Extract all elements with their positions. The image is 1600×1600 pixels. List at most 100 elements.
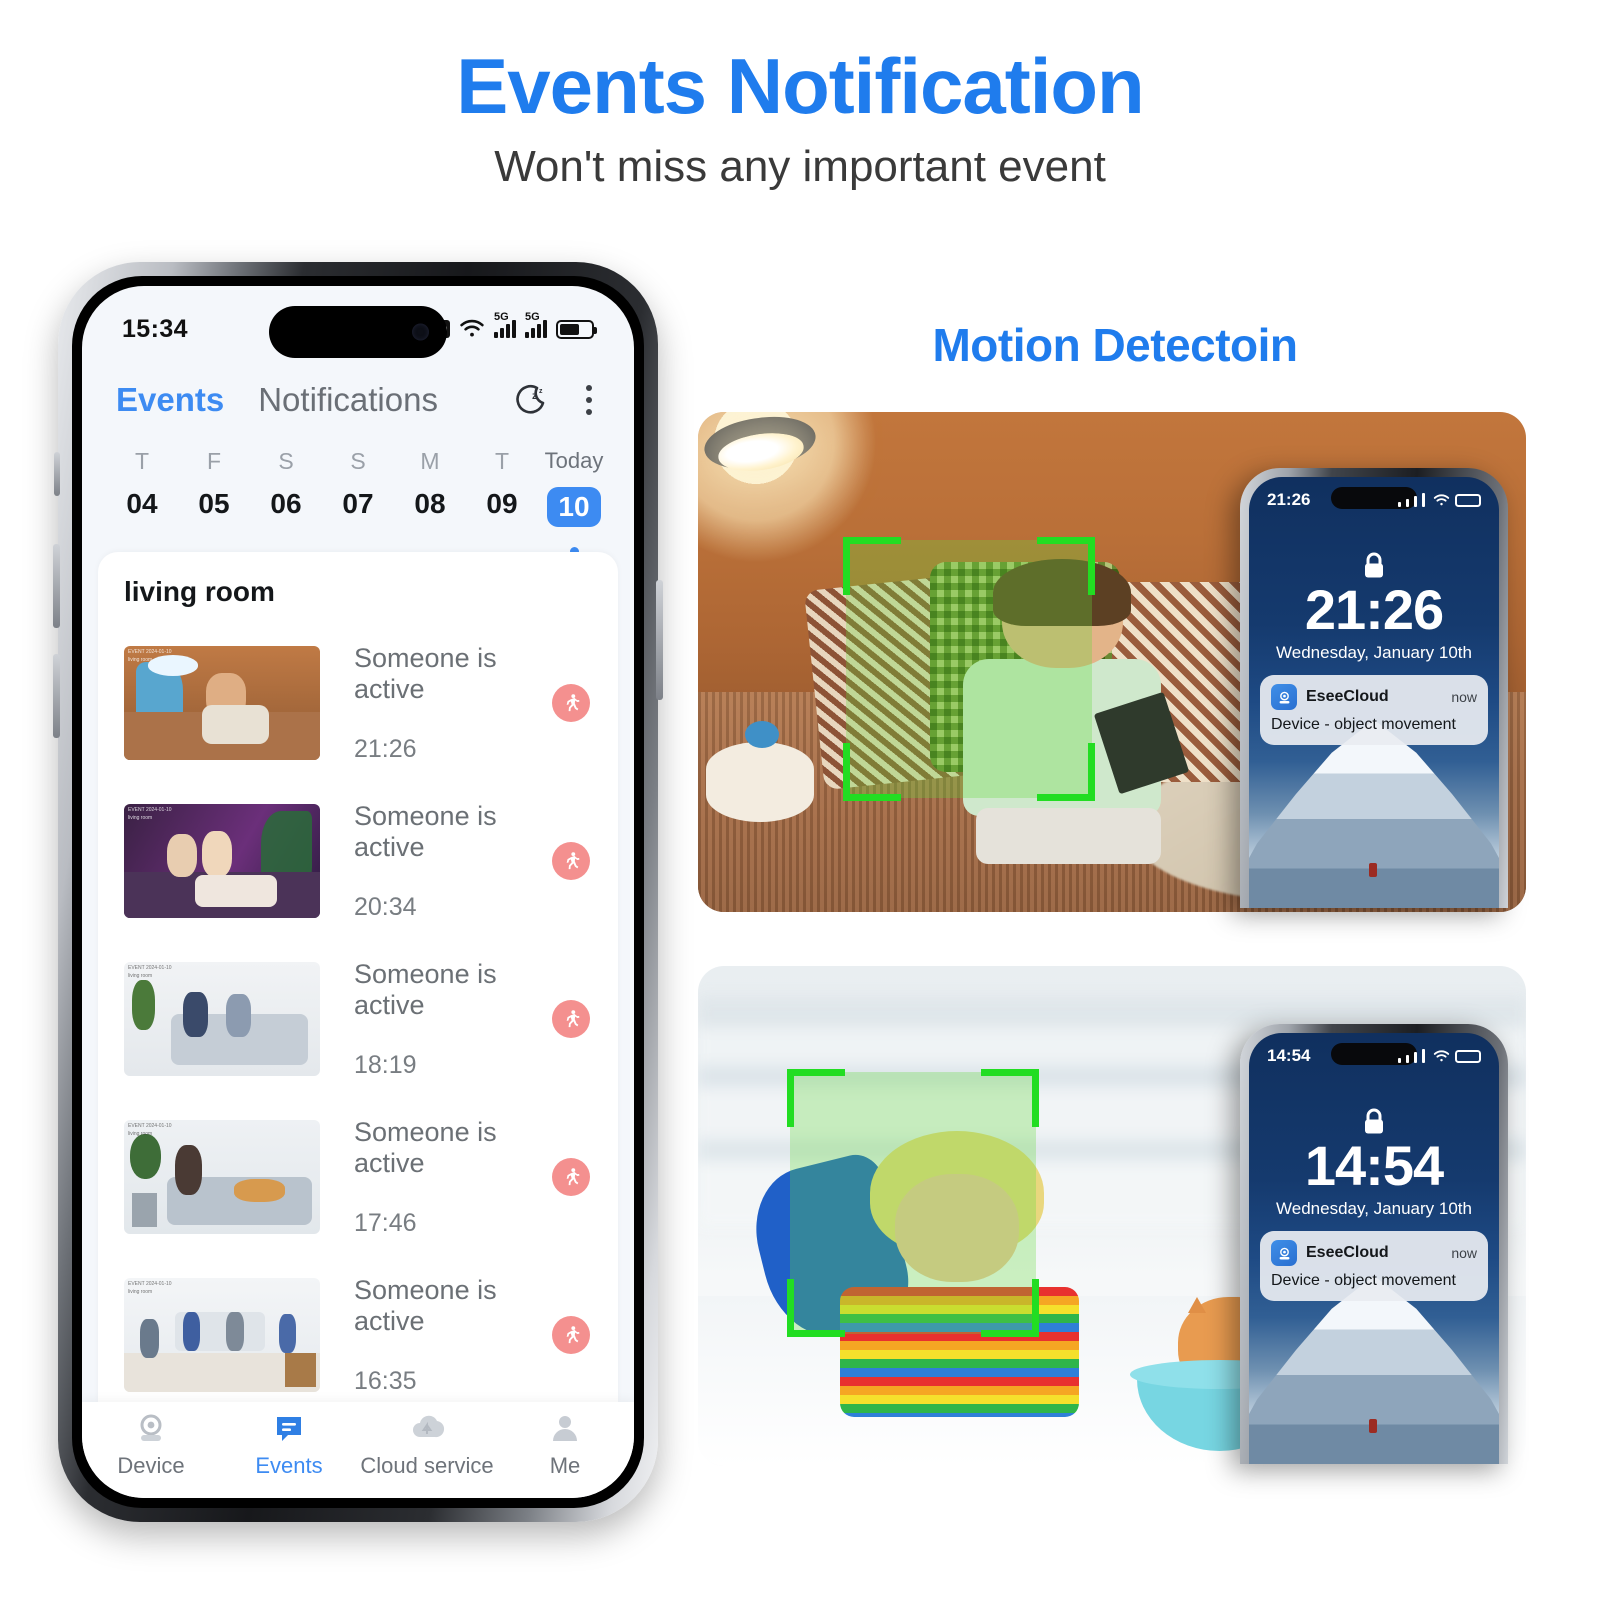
- date-dow: T: [134, 448, 150, 474]
- detection-box: [787, 1069, 1039, 1337]
- phone-mockup: 15:34 HD 5G 5G: [53, 262, 663, 1522]
- status-bar-icons: HD 5G 5G: [426, 311, 597, 339]
- wifi-icon: [1433, 1050, 1450, 1062]
- phone-screen: 15:34 HD 5G 5G: [82, 286, 634, 1498]
- front-camera-icon: [412, 323, 429, 341]
- moon-sleep-icon[interactable]: z z: [512, 380, 552, 420]
- header-actions: z z: [512, 380, 600, 420]
- notification-message: Device - object movement: [1271, 716, 1456, 733]
- person-icon: [553, 1416, 577, 1441]
- page-title: Events Notification: [456, 42, 1144, 130]
- battery-icon: [1455, 1050, 1481, 1063]
- event-title: Someone is active: [354, 642, 497, 704]
- date-cell-07[interactable]: S 07: [322, 444, 394, 554]
- side-table: [706, 721, 814, 822]
- date-num: 07: [342, 488, 374, 519]
- svg-text:z: z: [539, 388, 543, 395]
- nav-item-events[interactable]: Events: [220, 1410, 358, 1479]
- event-title: Someone is active: [354, 1274, 497, 1336]
- events-list-card: living room EVENT 2024-01-10 living room …: [98, 552, 618, 1402]
- tab-events[interactable]: Events: [116, 381, 224, 419]
- nav-label: Me: [549, 1453, 581, 1478]
- date-strip: T 04 F 05 S 06 S 07 M 08 T 09 Today 10: [82, 444, 634, 556]
- running-person-icon: [552, 842, 590, 880]
- lockscreen-clock: 21:26: [1304, 578, 1444, 641]
- running-person-icon: [552, 1158, 590, 1196]
- more-vertical-icon[interactable]: [578, 381, 600, 419]
- lockscreen-date: Wednesday, January 10th: [1276, 1199, 1472, 1218]
- event-row[interactable]: EVENT 2024-01-10 living room Someone is a…: [98, 1256, 618, 1402]
- status-bar-icons: [1398, 493, 1481, 507]
- motion-detection-title: Motion Detectoin: [932, 319, 1298, 371]
- event-row[interactable]: EVENT 2024-01-10 living room Someone is a…: [98, 1098, 618, 1256]
- camera-app-icon: [1271, 684, 1297, 710]
- volume-down-button[interactable]: [53, 654, 60, 738]
- lockscreen-phone-1: 21:26 21:26 Wednesday, January 10th Esee…: [1240, 468, 1508, 908]
- volume-up-button[interactable]: [53, 544, 60, 628]
- lockscreen-screen: 14:54 14:54 Wednesday, January 10th Esee…: [1249, 1033, 1499, 1464]
- battery-icon: [556, 319, 597, 339]
- desk-lamp: [701, 412, 824, 482]
- event-row[interactable]: EVENT 2024-01-10 living room Someone is a…: [98, 940, 618, 1098]
- event-title: Someone is active: [354, 958, 497, 1020]
- battery-icon: [1455, 494, 1481, 507]
- power-button[interactable]: [656, 580, 663, 700]
- dynamic-island: [269, 306, 447, 358]
- event-thumbnail[interactable]: EVENT 2024-01-10 living room: [124, 1120, 320, 1234]
- bottom-navigation: Device Events Cloud service Me: [82, 1402, 634, 1498]
- tab-notifications[interactable]: Notifications: [258, 381, 438, 419]
- date-num: 05: [198, 488, 230, 519]
- date-num: 10: [547, 487, 601, 527]
- nav-label: Events: [255, 1453, 323, 1478]
- nav-item-device[interactable]: Device: [82, 1410, 220, 1479]
- running-person-icon: [552, 1316, 590, 1354]
- date-dow: F: [206, 448, 222, 474]
- detection-box: [843, 537, 1095, 801]
- silent-switch[interactable]: [54, 452, 60, 496]
- event-thumbnail[interactable]: EVENT 2024-01-10 living room: [124, 804, 320, 918]
- today-label: Today: [544, 448, 604, 473]
- date-cell-05[interactable]: F 05: [178, 444, 250, 554]
- notification-app-name: EseeCloud: [1306, 688, 1389, 705]
- notification-time: now: [1451, 1245, 1477, 1261]
- date-dow: T: [494, 448, 510, 474]
- notification-banner[interactable]: EseeCloud now Device - object movement: [1260, 1231, 1488, 1301]
- date-num: 06: [270, 488, 302, 519]
- page-subtitle: Won't miss any important event: [494, 142, 1106, 191]
- event-thumbnail[interactable]: EVENT 2024-01-10 living room: [124, 646, 320, 760]
- lockscreen-clock: 14:54: [1304, 1134, 1444, 1197]
- 5g-signal-icon-1: 5G: [494, 311, 516, 338]
- event-time: 17:46: [354, 1208, 417, 1237]
- date-dow: S: [350, 448, 366, 474]
- event-row[interactable]: EVENT 2024-01-10 living room Someone is a…: [98, 782, 618, 940]
- event-row[interactable]: EVENT 2024-01-10 living room Someone is a…: [98, 624, 618, 782]
- lockscreen-status-bar: 14:54: [1249, 1045, 1499, 1067]
- event-thumbnail[interactable]: EVENT 2024-01-10 living room: [124, 1278, 320, 1392]
- event-info: Someone is active 17:46: [320, 1117, 552, 1238]
- event-info: Someone is active 21:26: [320, 643, 552, 764]
- notification-banner[interactable]: EseeCloud now Device - object movement: [1260, 675, 1488, 745]
- svg-text:z: z: [532, 391, 537, 402]
- wifi-icon: [460, 319, 484, 337]
- status-bar-time: 21:26: [1267, 490, 1311, 509]
- nav-item-cloud-service[interactable]: Cloud service: [358, 1410, 496, 1479]
- lockscreen-status-bar: 21:26: [1249, 489, 1499, 511]
- status-bar-time: 15:34: [122, 314, 188, 343]
- 5g-signal-icon-2: 5G: [525, 311, 547, 338]
- date-cell-08[interactable]: M 08: [394, 444, 466, 554]
- date-cell-today[interactable]: Today 10: [538, 444, 610, 556]
- nav-label: Cloud service: [360, 1453, 494, 1478]
- date-cell-04[interactable]: T 04: [106, 444, 178, 554]
- app-header: Events Notifications z z: [82, 364, 634, 436]
- date-cell-09[interactable]: T 09: [466, 444, 538, 554]
- date-cell-06[interactable]: S 06: [250, 444, 322, 554]
- event-time: 16:35: [354, 1366, 417, 1395]
- nav-item-me[interactable]: Me: [496, 1410, 634, 1479]
- nav-label: Device: [117, 1453, 185, 1478]
- event-time: 18:19: [354, 1050, 417, 1079]
- phone-bezel: 15:34 HD 5G 5G: [72, 276, 644, 1508]
- date-num: 09: [486, 488, 518, 519]
- wifi-icon: [1433, 494, 1450, 506]
- event-thumbnail[interactable]: EVENT 2024-01-10 living room: [124, 962, 320, 1076]
- event-info: Someone is active 18:19: [320, 959, 552, 1080]
